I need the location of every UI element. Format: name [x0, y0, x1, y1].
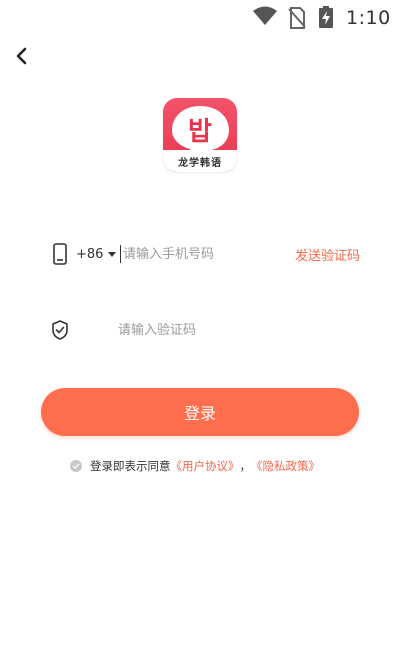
verification-code-input[interactable] — [116, 321, 360, 339]
code-row — [48, 312, 360, 348]
shield-check-icon — [48, 320, 72, 340]
phone-row: +86 发送验证码 — [48, 236, 360, 272]
login-screen: 1:10 밥 龙学韩语 +86 发送验证码 — [0, 0, 400, 650]
back-button[interactable] — [10, 44, 34, 68]
privacy-policy-link[interactable]: 《隐私政策》 — [251, 458, 320, 474]
wifi-icon — [252, 6, 278, 30]
battery-charging-icon — [319, 6, 333, 32]
status-bar: 1:10 — [0, 0, 400, 36]
country-code-value: +86 — [76, 246, 104, 262]
check-circle-icon — [70, 460, 82, 472]
login-button[interactable]: 登录 — [41, 388, 359, 436]
agreement-separator: ， — [239, 459, 252, 473]
caret-down-icon — [108, 251, 117, 257]
user-agreement-link[interactable]: 《用户协议》 — [171, 458, 240, 474]
phone-input[interactable] — [120, 245, 295, 263]
country-code-select[interactable]: +86 — [76, 246, 117, 262]
phone-icon — [48, 243, 72, 265]
agreement-prefix: 登录即表示同意 — [90, 459, 171, 473]
chevron-left-icon — [16, 47, 27, 65]
no-sim-icon — [288, 7, 306, 33]
logo-glyph: 밥 — [188, 117, 212, 147]
logo-caption: 龙学韩语 — [163, 150, 237, 172]
agreement-checkbox[interactable] — [70, 460, 82, 472]
agreement-row: 登录即表示同意 《用户协议》 ， 《隐私政策》 — [70, 457, 320, 475]
send-code-button[interactable]: 发送验证码 — [295, 245, 360, 264]
status-time: 1:10 — [346, 7, 391, 29]
app-logo: 밥 龙学韩语 — [163, 98, 237, 172]
